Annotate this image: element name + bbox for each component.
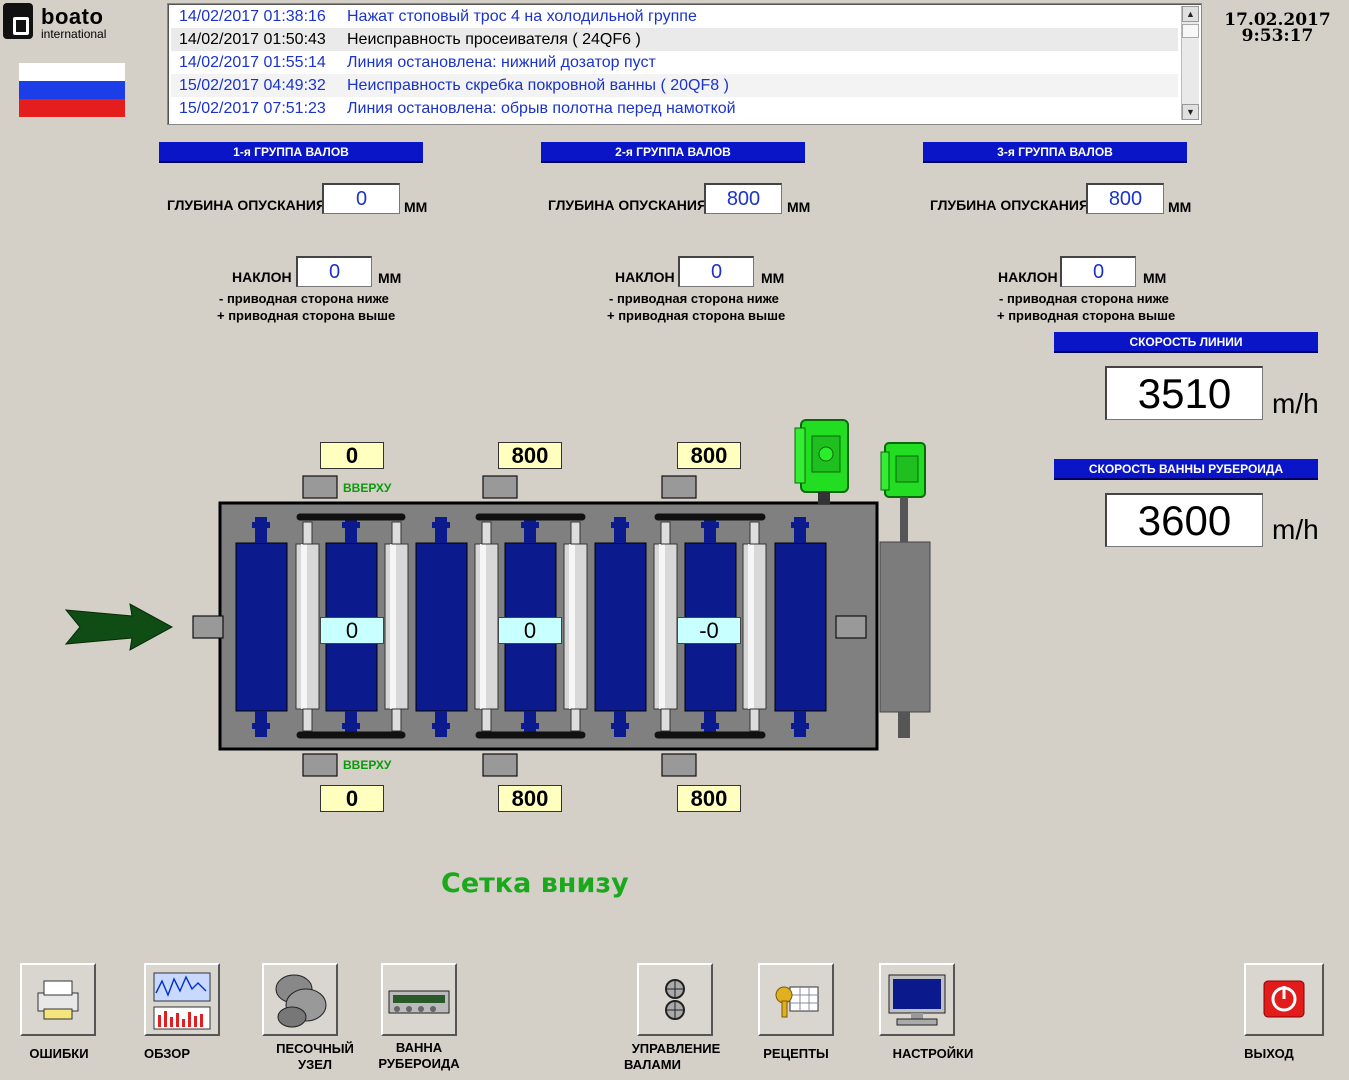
roller-bearing-bottom (432, 723, 450, 729)
roller-bath-diagram (64, 419, 931, 777)
steel-roller-highlight (390, 544, 396, 709)
group1-bottom-value: 0 (320, 785, 384, 812)
roller-bearing-bottom (791, 723, 809, 729)
steel-roller-shaft-bottom (570, 708, 581, 732)
steel-roller (295, 543, 320, 710)
roller-shaft-top (524, 517, 536, 543)
roll-control-button[interactable] (637, 963, 713, 1036)
exit-button[interactable] (1244, 963, 1324, 1036)
group2-bottom-value: 800 (498, 785, 562, 812)
group2-center-value: 0 (498, 617, 562, 644)
roofing-bath-icon (388, 990, 450, 1014)
steel-roller-shaft-top (570, 521, 581, 545)
roller-bearing-top (521, 522, 539, 528)
up-label-top: ВВЕРХУ (343, 481, 392, 495)
sand-unit-label-line2: УЗЕЛ (297, 1057, 333, 1072)
roller-bearing-top (252, 522, 270, 528)
group3-top-value: 800 (677, 442, 741, 469)
steel-roller-highlight (301, 544, 307, 709)
trend-chart-icon (153, 972, 211, 1030)
power-off-icon (1263, 980, 1305, 1018)
keys-icon (775, 986, 819, 1018)
immersion-roller (594, 542, 647, 712)
roller-shaft-top (345, 517, 357, 543)
group3-center-value: -0 (677, 617, 741, 644)
monitor-icon (888, 974, 946, 1026)
sand-rollers-icon (275, 974, 327, 1028)
immersion-roller (415, 542, 468, 712)
roller-bearing-top (791, 522, 809, 528)
roll-control-icon (665, 979, 685, 1020)
roller-bearing-bottom (611, 723, 629, 729)
steel-roller (742, 543, 767, 710)
steel-roller (474, 543, 499, 710)
steel-roller-shaft-bottom (302, 708, 313, 732)
settings-label: НАСТРОЙКИ (892, 1046, 974, 1061)
steel-roller-shaft-bottom (481, 708, 492, 732)
roller-shaft-top (614, 517, 626, 543)
roofing-bath-label-line1: ВАННА (395, 1040, 443, 1055)
overview-button[interactable] (144, 963, 220, 1036)
errors-label: ОШИБКИ (29, 1046, 89, 1061)
immersion-roller (235, 542, 288, 712)
steel-roller-shaft-top (391, 521, 402, 545)
roll-control-label: УПРАВЛЕНИЕ ВАЛАМИ (616, 1041, 736, 1073)
exit-label: ВЫХОД (1244, 1046, 1294, 1061)
sand-unit-label: ПЕСОЧНЫЙ УЗЕЛ (262, 1041, 368, 1073)
group2-top-value: 800 (498, 442, 562, 469)
steel-roller-highlight (480, 544, 486, 709)
roller-bearing-top (342, 522, 360, 528)
roller-bearing-bottom (701, 723, 719, 729)
group1-center-value: 0 (320, 617, 384, 644)
main-motor-icon (794, 419, 849, 504)
steel-roller-shaft-bottom (749, 708, 760, 732)
side-tank (879, 541, 931, 713)
steel-roller-shaft-top (660, 521, 671, 545)
roll-control-label-line2: ВАЛАМИ (624, 1057, 681, 1072)
overview-label: ОБЗОР (143, 1046, 191, 1061)
recipes-label: РЕЦЕПТЫ (763, 1046, 829, 1061)
roller-bearing-bottom (521, 723, 539, 729)
steel-roller-shaft-top (749, 521, 760, 545)
steel-roller (563, 543, 588, 710)
steel-roller-highlight (569, 544, 575, 709)
errors-button[interactable] (20, 963, 96, 1036)
steel-roller-shaft-bottom (660, 708, 671, 732)
steel-roller (384, 543, 409, 710)
roller-bearing-top (432, 522, 450, 528)
roller-shaft-top (435, 517, 447, 543)
steel-roller-shaft-bottom (391, 708, 402, 732)
sand-unit-button[interactable] (262, 963, 338, 1036)
printer-icon (37, 980, 79, 1020)
roll-control-label-line1: УПРАВЛЕНИЕ (631, 1041, 721, 1056)
steel-roller-shaft-top (481, 521, 492, 545)
roofing-bath-label: ВАННА РУБЕРОИДА (372, 1040, 466, 1072)
settings-button[interactable] (879, 963, 955, 1036)
group1-top-value: 0 (320, 442, 384, 469)
roller-bearing-bottom (252, 723, 270, 729)
roofing-bath-button[interactable] (381, 963, 457, 1036)
roller-bearing-bottom (342, 723, 360, 729)
steel-roller-highlight (659, 544, 665, 709)
steel-roller-highlight (748, 544, 754, 709)
immersion-roller (774, 542, 827, 712)
steel-roller (653, 543, 678, 710)
roller-shaft-top (255, 517, 267, 543)
roller-shaft-top (794, 517, 806, 543)
roller-bearing-top (701, 522, 719, 528)
feed-direction-arrow-icon (64, 603, 174, 651)
roofing-bath-label-line2: РУБЕРОИДА (378, 1056, 460, 1071)
roller-shaft-top (704, 517, 716, 543)
roller-bearing-top (611, 522, 629, 528)
group3-bottom-value: 800 (677, 785, 741, 812)
sand-unit-label-line1: ПЕСОЧНЫЙ (276, 1041, 354, 1056)
up-label-bottom: ВВЕРХУ (343, 758, 392, 772)
recipes-button[interactable] (758, 963, 834, 1036)
steel-roller-shaft-top (302, 521, 313, 545)
mesh-status: Сетка внизу (441, 868, 629, 899)
